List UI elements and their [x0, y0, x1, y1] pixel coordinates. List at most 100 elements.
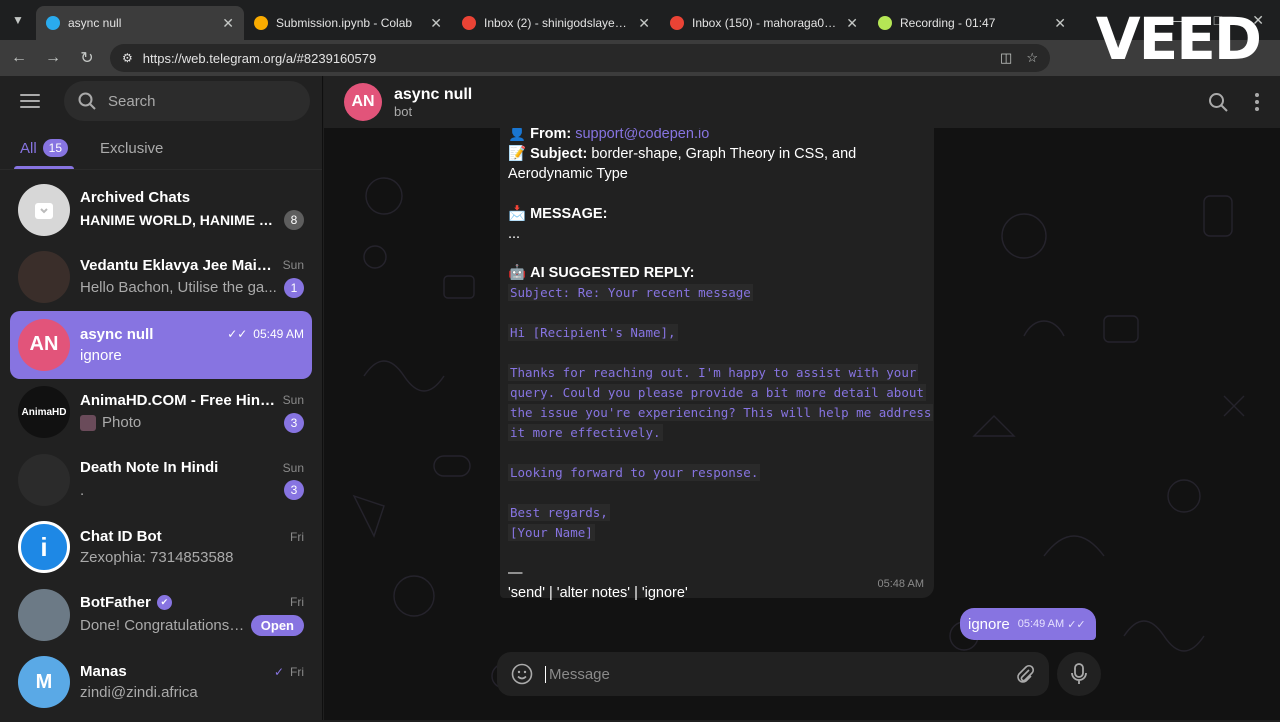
site-info-icon[interactable]: ⚙	[122, 51, 133, 65]
chat-list-item[interactable]: i Chat ID Bot Fri Zexophia: 7314853588	[10, 514, 312, 582]
message-body: ...	[508, 225, 521, 242]
browser-tab[interactable]: Recording - 01:47 ✕	[868, 6, 1076, 40]
chat-name: Archived Chats	[80, 189, 191, 207]
open-app-button[interactable]: Open	[250, 614, 304, 636]
bookmark-star-icon[interactable]: ☆	[1026, 50, 1038, 66]
ai-reply-text: Looking forward to your response.	[508, 464, 761, 481]
chat-avatar[interactable]: AN	[344, 83, 382, 121]
chat-list-item[interactable]: AnimaHD AnimaHD.COM - Free Hindi ... Sun Ph…	[10, 379, 312, 447]
chat-list-item[interactable]: M Manas ✓ Fri zindi@zindi.africa	[10, 649, 312, 717]
ai-reply-line: [Your Name]	[508, 523, 926, 543]
chat-title: async null	[394, 85, 473, 103]
ai-reply-text	[508, 344, 512, 361]
address-bar: ← → ↻ ⚙ https://web.telegram.org/a/#8239…	[0, 40, 1280, 76]
ai-reply-line	[508, 443, 926, 463]
chat-time: Fri	[290, 664, 304, 679]
from-email-link[interactable]: support@codepen.io	[575, 126, 709, 142]
browser-tab[interactable]: async null ✕	[36, 6, 244, 40]
chat-avatar	[18, 251, 70, 304]
browser-tab[interactable]: Inbox (2) - shinigodslayer@gm ✕	[452, 6, 660, 40]
forward-icon[interactable]: →	[42, 47, 64, 69]
unread-badge: 1	[284, 277, 304, 298]
tab-close-icon[interactable]: ✕	[1054, 15, 1066, 32]
archive-icon	[35, 202, 53, 219]
url-field[interactable]: ⚙ https://web.telegram.org/a/#8239160579…	[110, 44, 1050, 72]
search-input[interactable]: Search	[64, 81, 310, 121]
tab-title: async null	[68, 16, 122, 30]
attach-icon[interactable]	[1015, 664, 1035, 684]
chat-time: Fri	[290, 529, 304, 544]
chat-list: Archived Chats HANIME WORLD, HANIME W... 8…	[0, 170, 322, 722]
chat-status: bot	[394, 103, 413, 119]
chat-last-message: ignore	[80, 346, 122, 364]
subject-value: border-shape, Graph Theory in CSS, and	[591, 146, 857, 162]
incoming-message[interactable]: 👤 From: support@codepen.io 📝 Subject: bo…	[500, 116, 934, 601]
folder-tab-all[interactable]: All 15	[13, 139, 75, 169]
tab-search-chevron-icon[interactable]: ▼	[0, 0, 36, 40]
chat-header[interactable]: AN async null bot	[324, 76, 1280, 128]
robot-icon: 🤖	[508, 265, 531, 281]
chat-preview: BotFather ✔ Fri Done! Congratulations o... O…	[80, 594, 304, 636]
emoji-icon[interactable]	[511, 663, 533, 685]
ai-reply-line: Looking forward to your response.	[508, 463, 926, 483]
chat-list-item[interactable]: Vedantu Eklavya Jee Main T... Sun Hello Ba…	[10, 244, 312, 312]
tab-close-icon[interactable]: ✕	[846, 15, 858, 32]
folder-tab-exclusive[interactable]: Exclusive	[100, 140, 163, 169]
voice-record-button[interactable]	[1057, 652, 1101, 696]
chat-message-row: Photo 3	[80, 412, 304, 433]
colab-icon	[254, 16, 268, 30]
chat-list-item[interactable]: Archived Chats HANIME WORLD, HANIME W... 8	[10, 176, 312, 244]
chat-list-item[interactable]: BotFather ✔ Fri Done! Congratulations o... O…	[10, 581, 312, 649]
chat-preview: Vedantu Eklavya Jee Main T... Sun Hello Ba…	[80, 257, 304, 298]
chat-title-block[interactable]: async null bot	[394, 86, 472, 119]
back-icon[interactable]: ←	[8, 47, 30, 69]
unread-badge: 8	[284, 210, 304, 231]
chat-list-item[interactable]: Death Note In Hindi Sun. 3	[10, 446, 312, 514]
ai-reply-line: query. Could you please provide a bit mo…	[508, 383, 926, 403]
chat-avatar: i	[18, 521, 70, 574]
tab-title: Submission.ipynb - Colab	[276, 16, 413, 30]
veed-watermark: VEED	[1095, 5, 1262, 73]
browser-tab[interactable]: Submission.ipynb - Colab ✕	[244, 6, 452, 40]
tab-title: Inbox (150) - mahoraga0087@	[692, 16, 838, 30]
chat-message-row: HANIME WORLD, HANIME W... 8	[80, 210, 304, 231]
ai-reply-text: Thanks for reaching out. I'm happy to as…	[508, 364, 919, 381]
double-check-icon: ✓✓	[227, 327, 248, 342]
ai-reply-line: Subject: Re: Your recent message	[508, 283, 926, 303]
search-icon	[78, 92, 96, 110]
chat-avatar	[18, 183, 70, 236]
search-icon[interactable]	[1208, 92, 1228, 112]
chat-title-row: Death Note In Hindi Sun	[80, 459, 304, 476]
tab-close-icon[interactable]: ✕	[638, 15, 650, 32]
chat-time: Sun	[282, 460, 304, 475]
reload-icon[interactable]: ↻	[76, 47, 98, 69]
chat-last-message: Zexophia: 7314853588	[80, 549, 234, 567]
outgoing-message[interactable]: ignore 05:49 AM ✓✓	[960, 608, 1096, 640]
browser-tab[interactable]: Inbox (150) - mahoraga0087@ ✕	[660, 6, 868, 40]
ai-reply-line: Thanks for reaching out. I'm happy to as…	[508, 363, 926, 383]
folder-label: Exclusive	[100, 140, 164, 157]
ai-reply-text	[508, 304, 512, 321]
menu-icon[interactable]	[20, 94, 40, 108]
sender-icon: 👤	[508, 126, 531, 142]
ai-reply-block: Subject: Re: Your recent message Hi [Reci…	[508, 283, 934, 543]
message-input[interactable]	[545, 665, 1003, 683]
chat-preview: Manas ✓ Fri zindi@zindi.africa	[80, 663, 304, 701]
chat-list-item[interactable]: AN async null ✓✓ 05:49 AM ignore	[10, 311, 312, 379]
chat-title-row: Chat ID Bot Fri	[80, 528, 304, 545]
memo-icon: 📝	[508, 146, 531, 162]
tab-close-icon[interactable]: ✕	[430, 15, 442, 32]
chat-name: BotFather	[80, 593, 151, 611]
chat-preview: AnimaHD.COM - Free Hindi ... Sun Photo 3	[80, 392, 304, 433]
subject-continued: Aerodynamic Type	[508, 166, 628, 182]
chat-avatar: AN	[18, 318, 70, 371]
install-app-icon[interactable]: ◫	[1000, 50, 1012, 66]
ai-reply-text: Subject: Re: Your recent message	[508, 284, 753, 301]
chat-last-message: HANIME WORLD, HANIME W...	[80, 212, 278, 229]
tab-close-icon[interactable]: ✕	[222, 15, 234, 32]
chat-preview: Death Note In Hindi Sun. 3	[80, 459, 304, 501]
chat-message-row: zindi@zindi.africa	[80, 684, 304, 701]
more-vertical-icon[interactable]	[1254, 92, 1260, 112]
